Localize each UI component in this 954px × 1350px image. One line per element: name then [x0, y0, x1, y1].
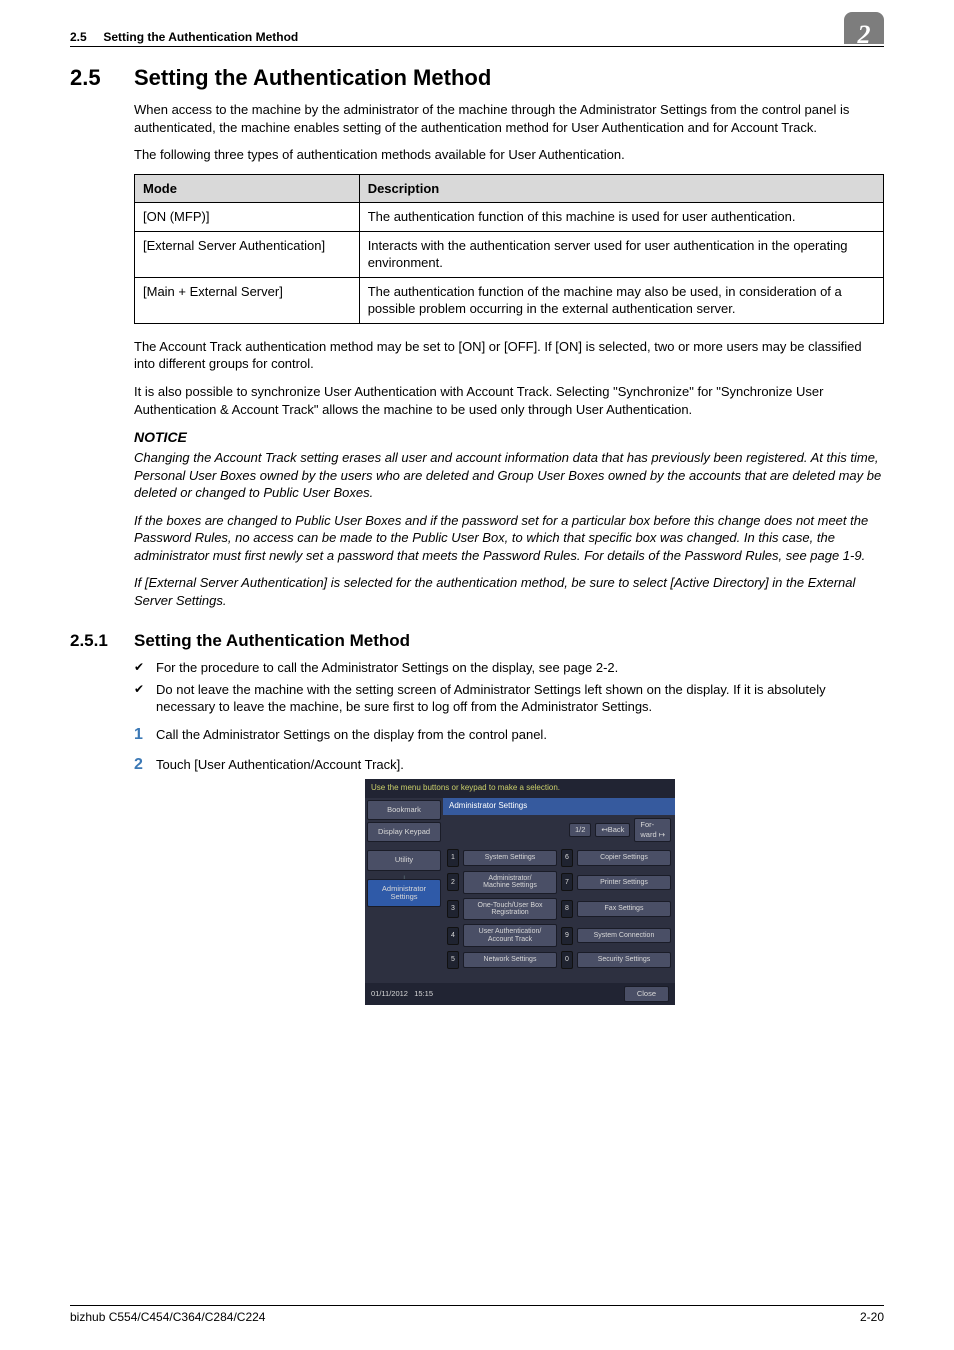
- procedure-steps: Call the Administrator Settings on the d…: [134, 726, 884, 1005]
- notice-label: NOTICE: [134, 428, 884, 447]
- chevron-down-icon: ↓: [367, 873, 441, 877]
- subsection-title: Setting the Authentication Method: [134, 631, 410, 650]
- paragraph: It is also possible to synchronize User …: [134, 383, 884, 418]
- menu-item-system-settings[interactable]: System Settings: [463, 850, 557, 865]
- step-text: Touch [User Authentication/Account Track…: [156, 757, 404, 772]
- mfp-time: 15:15: [414, 989, 433, 998]
- table-row: [External Server Authentication] Interac…: [135, 231, 884, 277]
- table-cell-mode: [External Server Authentication]: [135, 231, 360, 277]
- table-cell-desc: Interacts with the authentication server…: [359, 231, 883, 277]
- subsection-number: 2.5.1: [70, 631, 134, 651]
- table-head-description: Description: [359, 174, 883, 203]
- menu-key[interactable]: 1: [447, 849, 459, 867]
- mfp-pager: 1/2 ↤Back For- ward ↦: [443, 815, 675, 845]
- menu-key[interactable]: 9: [561, 927, 573, 945]
- menu-item-system-connection[interactable]: System Connection: [577, 928, 671, 943]
- list-item: Do not leave the machine with the settin…: [134, 681, 884, 716]
- intro-paragraph-2: The following three types of authenticat…: [134, 146, 884, 164]
- menu-item-fax-settings[interactable]: Fax Settings: [577, 901, 671, 916]
- mfp-footer: 01/11/2012 15:15 Close: [365, 983, 675, 1005]
- menu-key[interactable]: 2: [447, 873, 459, 891]
- page-indicator: 1/2: [569, 823, 591, 837]
- step-item: Touch [User Authentication/Account Track…: [134, 756, 884, 1006]
- sidebar-item-utility[interactable]: Utility: [367, 850, 441, 870]
- sidebar-item-bookmark[interactable]: Bookmark: [367, 800, 441, 820]
- section-title: Setting the Authentication Method: [134, 65, 491, 90]
- page-footer: bizhub C554/C454/C364/C284/C224 2-20: [70, 1305, 884, 1324]
- mfp-main: Administrator Settings 1/2 ↤Back For- wa…: [443, 798, 675, 983]
- menu-key[interactable]: 3: [447, 900, 459, 918]
- mfp-date: 01/11/2012: [371, 989, 408, 998]
- menu-item-user-auth-account-track[interactable]: User Authentication/ Account Track: [463, 924, 557, 947]
- menu-key[interactable]: 6: [561, 849, 573, 867]
- chapter-badge: 2: [844, 12, 884, 44]
- menu-item-printer-settings[interactable]: Printer Settings: [577, 875, 671, 890]
- step-item: Call the Administrator Settings on the d…: [134, 726, 884, 744]
- footer-page-number: 2-20: [860, 1310, 884, 1324]
- menu-key[interactable]: 4: [447, 927, 459, 945]
- running-head-section: 2.5: [70, 30, 87, 44]
- prereq-list: For the procedure to call the Administra…: [134, 659, 884, 716]
- menu-key[interactable]: 5: [447, 951, 459, 969]
- menu-item-copier-settings[interactable]: Copier Settings: [577, 850, 671, 865]
- menu-item-admin-machine-settings[interactable]: Administrator/ Machine Settings: [463, 871, 557, 894]
- menu-key[interactable]: 7: [561, 873, 573, 891]
- running-head-title: Setting the Authentication Method: [103, 30, 298, 44]
- intro-paragraph-1: When access to the machine by the admini…: [134, 101, 884, 136]
- mfp-hint-bar: Use the menu buttons or keypad to make a…: [365, 779, 675, 798]
- table-cell-mode: [Main + External Server]: [135, 277, 360, 323]
- mfp-screenshot: Use the menu buttons or keypad to make a…: [365, 779, 675, 1005]
- paragraph: The Account Track authentication method …: [134, 338, 884, 373]
- running-head: 2.5 Setting the Authentication Method: [70, 30, 884, 47]
- menu-item-onetouch-userbox[interactable]: One-Touch/User Box Registration: [463, 898, 557, 921]
- notice-paragraph: Changing the Account Track setting erase…: [134, 449, 884, 502]
- list-item: For the procedure to call the Administra…: [134, 659, 884, 677]
- sidebar-item-display-keypad[interactable]: Display Keypad: [367, 822, 441, 842]
- table-row: [Main + External Server] The authenticat…: [135, 277, 884, 323]
- table-head-mode: Mode: [135, 174, 360, 203]
- menu-key[interactable]: 8: [561, 900, 573, 918]
- mfp-title-bar: Administrator Settings: [443, 798, 675, 815]
- mfp-menu-grid: 1 System Settings 6 Copier Settings 2Admin…: [443, 845, 675, 973]
- notice-paragraph: If the boxes are changed to Public User …: [134, 512, 884, 565]
- table-cell-mode: [ON (MFP)]: [135, 203, 360, 232]
- table-cell-desc: The authentication function of this mach…: [359, 203, 883, 232]
- notice-paragraph: If [External Server Authentication] is s…: [134, 574, 884, 609]
- menu-item-network-settings[interactable]: Network Settings: [463, 952, 557, 967]
- section-number: 2.5: [70, 65, 134, 91]
- table-row: [ON (MFP)] The authentication function o…: [135, 203, 884, 232]
- mfp-sidebar: Bookmark Display Keypad Utility ↓ Admini…: [365, 798, 443, 983]
- chapter-number: 2: [858, 22, 871, 48]
- menu-key[interactable]: 0: [561, 951, 573, 969]
- forward-button[interactable]: For- ward ↦: [634, 818, 671, 842]
- close-button[interactable]: Close: [624, 986, 669, 1002]
- sidebar-item-administrator-settings[interactable]: Administrator Settings: [367, 879, 441, 908]
- table-cell-desc: The authentication function of the machi…: [359, 277, 883, 323]
- footer-model: bizhub C554/C454/C364/C284/C224: [70, 1310, 265, 1324]
- subsection-heading: 2.5.1Setting the Authentication Method: [70, 631, 884, 651]
- back-button[interactable]: ↤Back: [595, 823, 630, 837]
- section-heading: 2.5Setting the Authentication Method: [70, 65, 884, 91]
- menu-item-security-settings[interactable]: Security Settings: [577, 952, 671, 967]
- auth-modes-table: Mode Description [ON (MFP)] The authenti…: [134, 174, 884, 324]
